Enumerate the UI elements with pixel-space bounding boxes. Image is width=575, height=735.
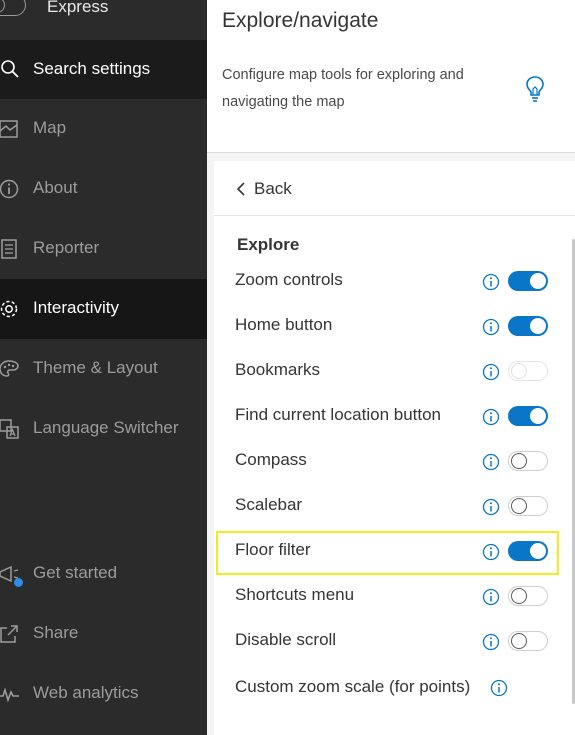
option-find-current-location: Find current location button [214,394,564,439]
toggle-switch[interactable] [508,271,548,291]
toggle-knob [511,587,527,604]
reporter-icon [1,239,17,259]
info-icon[interactable] [482,408,500,426]
sidebar-item-label: Web analytics [33,683,139,702]
page-description: Configure map tools for exploring and na… [222,67,464,110]
search-icon [1,60,19,78]
toggle-knob [511,362,527,379]
floor-filter-highlight [216,531,559,575]
option-scalebar: Scalebar [214,484,564,529]
express-toggle[interactable] [0,0,26,16]
info-icon[interactable] [482,363,500,381]
lightbulb-icon[interactable] [524,74,546,104]
info-icon[interactable] [482,633,500,651]
search-settings-label: Search settings [33,59,151,78]
toggle-switch[interactable] [508,406,548,426]
sidebar-item-label: Theme & Layout [33,358,158,377]
back-label: Back [254,179,292,198]
option-label: Find current location button [235,405,442,424]
express-toggle-knob [0,0,5,13]
sidebar-item-map[interactable]: Map [0,99,207,159]
toggle-switch[interactable] [508,361,548,381]
sidebar-item-label: About [33,178,78,197]
option-label: Scalebar [235,495,303,514]
option-label: Shortcuts menu [235,585,355,604]
sidebar-item-language-switcher[interactable]: Language Switcher [0,399,207,459]
info-icon[interactable] [482,453,500,471]
option-zoom-controls: Zoom controls [214,259,564,304]
map-icon [0,120,18,138]
search-settings-button[interactable]: Search settings [0,40,207,99]
option-home-button: Home button [214,304,564,349]
sidebar: Express Search settings Map About Report… [0,0,207,735]
option-label: Zoom controls [235,270,343,289]
palette-icon [0,360,19,377]
option-label: Bookmarks [235,360,321,379]
sidebar-item-web-analytics[interactable]: Web analytics [0,664,207,724]
section-title: Explore [237,235,300,254]
language-icon [0,419,19,439]
sidebar-item-label: Share [33,623,79,642]
toggle-switch[interactable] [508,586,548,606]
back-button[interactable]: Back [214,161,575,216]
sidebar-item-interactivity[interactable]: Interactivity [0,279,207,339]
gear-icon [0,300,18,318]
info-icon[interactable] [482,498,500,516]
option-compass: Compass [214,439,564,484]
toggle-switch[interactable] [508,451,548,471]
sidebar-item-reporter[interactable]: Reporter [0,219,207,279]
info-icon[interactable] [482,318,500,336]
info-icon [0,179,19,199]
toggle-knob [530,408,546,424]
express-label: Express [47,0,109,16]
toggle-switch[interactable] [508,496,548,516]
sidebar-item-theme-layout[interactable]: Theme & Layout [0,339,207,399]
share-icon [0,625,18,643]
chevron-left-icon [236,182,245,196]
page-title: Explore/navigate [222,9,379,32]
sidebar-item-label: Language Switcher [33,418,179,437]
toggle-switch[interactable] [508,631,548,651]
sidebar-item-share[interactable]: Share [0,604,207,664]
toggle-knob [511,452,527,469]
toggle-knob [530,318,546,334]
sidebar-item-label: Reporter [33,238,100,257]
info-icon[interactable] [482,273,500,291]
sidebar-item-about[interactable]: About [0,159,207,219]
option-bookmarks: Bookmarks [214,349,564,394]
sidebar-item-label: Get started [33,563,118,582]
express-mode-row: Express [0,0,207,41]
custom-zoom-scale-label: Custom zoom scale (for points) [235,677,471,696]
toggle-knob [511,632,527,649]
analytics-icon [0,687,19,703]
sidebar-item-label: Interactivity [33,298,119,317]
sidebar-item-label: Map [33,118,67,137]
toggle-switch[interactable] [508,316,548,336]
settings-card: Back Explore Zoom controls Home button B… [214,161,575,735]
info-icon[interactable] [482,588,500,606]
panel-header: Explore/navigate Configure map tools for… [207,0,575,153]
sidebar-item-get-started[interactable]: Get started [0,544,207,604]
toggle-knob [511,497,527,514]
option-shortcuts-menu: Shortcuts menu [214,574,564,619]
toggle-knob [530,273,546,289]
info-icon[interactable] [490,679,508,697]
notification-badge [14,578,23,587]
option-label: Compass [235,450,307,469]
option-disable-scroll: Disable scroll [214,619,564,664]
option-label: Home button [235,315,333,334]
option-label: Disable scroll [235,630,337,649]
